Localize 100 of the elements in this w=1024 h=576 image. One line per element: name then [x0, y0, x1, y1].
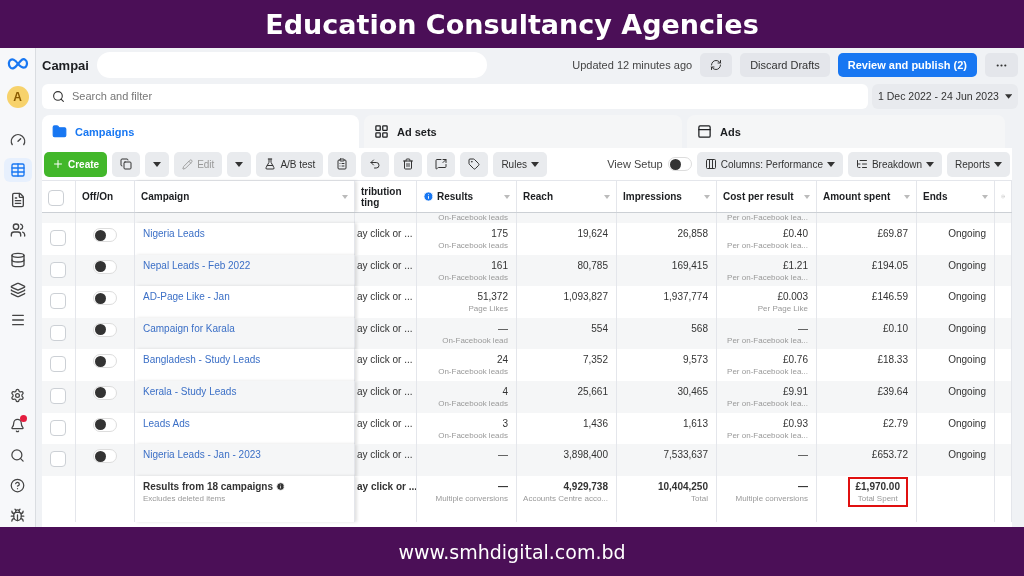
- info-icon: [276, 481, 286, 491]
- tab[interactable]: Ad sets: [364, 115, 682, 148]
- row-checkbox[interactable]: [50, 261, 66, 278]
- column-header[interactable]: Impressions: [623, 191, 682, 202]
- search-field[interactable]: Search and filter: [42, 83, 868, 109]
- campaign-link[interactable]: Kerala - Study Leads: [143, 385, 237, 397]
- cell-note: On-Facebook leads: [438, 398, 508, 408]
- caret-icon: [994, 161, 1002, 167]
- table-cell: £2.79: [882, 417, 908, 429]
- campaign-switch[interactable]: [93, 259, 117, 274]
- caret-icon: [826, 161, 835, 167]
- cell-note: On-Facebook lead: [442, 335, 508, 345]
- refresh-button[interactable]: [700, 53, 733, 77]
- campaign-switch[interactable]: [93, 449, 117, 464]
- row-checkbox[interactable]: [50, 230, 66, 246]
- breakdown-button[interactable]: Breakdown: [847, 151, 942, 177]
- cell-note: On-Facebook leads: [438, 214, 508, 222]
- campaign-link[interactable]: Bangladesh - Study Leads: [143, 354, 261, 366]
- table-cell: ay click or ...: [357, 322, 413, 334]
- campaign-switch[interactable]: [93, 322, 117, 337]
- columns-button[interactable]: Columns: Performance: [696, 151, 843, 177]
- date-range-button[interactable]: 1 Dec 2022 - 24 Jun 2023: [872, 83, 1018, 109]
- delete-button[interactable]: [394, 151, 423, 177]
- campaign-link[interactable]: AD-Page Like - Jan: [143, 291, 230, 303]
- column-header[interactable]: Cost per result: [723, 191, 794, 202]
- database-icon: [9, 252, 26, 268]
- edit-menu-button[interactable]: [227, 151, 252, 177]
- rules-button[interactable]: Rules: [493, 151, 547, 177]
- table-cell: £0.003: [777, 291, 808, 303]
- table-cell: 175: [491, 228, 508, 239]
- undo-button[interactable]: [361, 151, 390, 177]
- view-setup-label: View Setup: [607, 158, 663, 170]
- caret-icon: [530, 161, 539, 167]
- refresh-icon: [710, 59, 723, 71]
- campaign-link[interactable]: Leads Ads: [143, 417, 190, 429]
- cell-note: Excludes deleted items: [143, 493, 226, 503]
- table-cell: 25,661: [577, 385, 608, 397]
- tag-button[interactable]: [460, 151, 489, 177]
- campaign-switch[interactable]: [93, 354, 117, 369]
- column-header[interactable]: Amount spent: [823, 191, 891, 202]
- view-setup-switch[interactable]: [667, 157, 692, 171]
- campaign-switch[interactable]: [93, 291, 117, 306]
- row-checkbox[interactable]: [50, 324, 66, 341]
- clipboard-button[interactable]: [328, 151, 357, 177]
- table-cell: £9.91: [782, 385, 808, 397]
- table-cell: ay click or ...: [357, 354, 413, 366]
- review-publish-button[interactable]: Review and publish (2): [837, 53, 977, 77]
- column-header[interactable]: Reach: [523, 191, 553, 202]
- avatar[interactable]: A: [6, 86, 29, 108]
- folder-icon: [52, 124, 67, 139]
- table-cell: Ongoing: [948, 449, 986, 461]
- table-cell: Ongoing: [948, 322, 986, 334]
- campaign-link[interactable]: Nepal Leads - Feb 2022: [143, 259, 251, 271]
- column-header[interactable]: Ends: [923, 191, 948, 202]
- column-header: Off/On: [82, 191, 114, 202]
- campaign-switch[interactable]: [93, 228, 117, 242]
- column-header[interactable]: Results: [437, 191, 474, 202]
- table-cell: 3: [502, 417, 508, 429]
- discard-drafts-button[interactable]: Discard Drafts: [740, 53, 830, 77]
- share-icon: [435, 158, 448, 170]
- people-icon: [9, 222, 26, 238]
- row-checkbox[interactable]: [50, 356, 66, 373]
- cell-note: Per on-Facebook lea...: [727, 430, 808, 440]
- table-cell: ay click or ...: [357, 259, 413, 271]
- column-header[interactable]: tribution ting: [361, 185, 402, 208]
- campaign-link[interactable]: Nigeria Leads - Jan - 2023: [143, 449, 261, 461]
- table-cell: 26,858: [677, 228, 708, 239]
- table-cell: £653.72: [871, 449, 908, 461]
- column-header[interactable]: Campaign: [141, 191, 190, 202]
- page-title: Campai: [42, 57, 89, 73]
- grid-icon: [374, 124, 389, 139]
- table-cell: 19,624: [577, 228, 608, 239]
- menu-icon: [9, 312, 26, 328]
- select-all-checkbox[interactable]: [48, 189, 64, 206]
- cell-note: Per on-Facebook lea...: [727, 272, 808, 282]
- tab[interactable]: Ads: [687, 115, 1005, 148]
- table-cell: Ongoing: [948, 259, 986, 271]
- table-cell: 4: [502, 385, 508, 397]
- cell-note: Multiple conversions: [735, 493, 808, 503]
- row-checkbox[interactable]: [50, 387, 66, 404]
- cell-note: Per Page Like: [757, 304, 808, 314]
- campaign-switch[interactable]: [93, 385, 117, 400]
- table-cell: £18.33: [877, 354, 908, 366]
- ab-test-button[interactable]: A/B test: [256, 151, 324, 177]
- export-button[interactable]: [427, 151, 456, 177]
- table-cell: 1,436: [582, 417, 608, 429]
- campaign-link[interactable]: Campaign for Karala: [143, 322, 235, 334]
- row-checkbox[interactable]: [50, 451, 66, 468]
- tab[interactable]: Campaigns: [42, 115, 359, 148]
- row-checkbox[interactable]: [50, 419, 66, 436]
- campaign-link[interactable]: Nigeria Leads: [143, 228, 205, 239]
- help-icon: [10, 477, 25, 493]
- window-icon: [697, 124, 712, 139]
- table-cell: Ongoing: [948, 291, 986, 303]
- row-checkbox[interactable]: [50, 293, 66, 310]
- cell-note: On-Facebook leads: [438, 241, 508, 250]
- reports-button[interactable]: Reports: [947, 151, 1010, 177]
- campaign-switch[interactable]: [93, 417, 117, 432]
- table-cell: ay click or ...: [357, 480, 416, 492]
- duplicate-menu-button[interactable]: [145, 151, 170, 177]
